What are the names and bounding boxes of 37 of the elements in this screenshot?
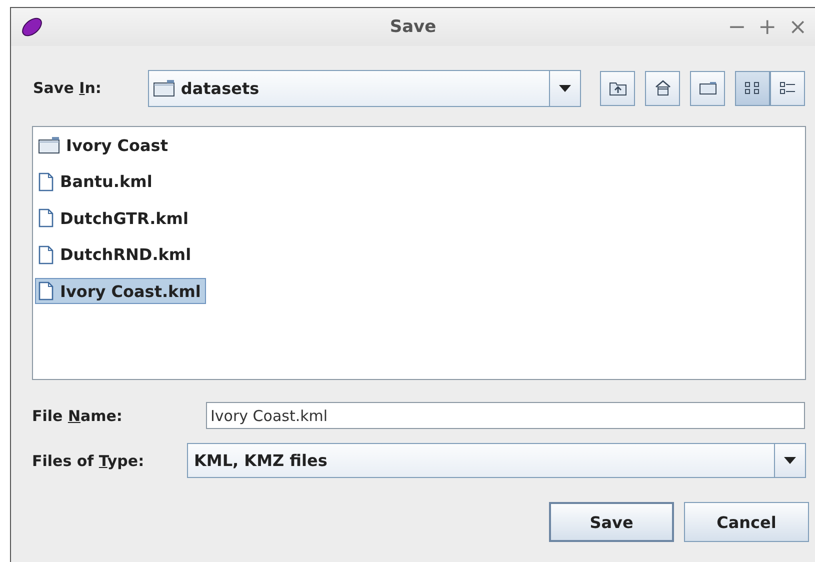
minimize-button[interactable]: − xyxy=(728,14,746,40)
folder-item[interactable]: Ivory Coast xyxy=(35,132,173,158)
maximize-button[interactable]: + xyxy=(758,14,777,40)
folder-icon xyxy=(698,80,716,96)
home-button[interactable] xyxy=(645,70,680,106)
folder-icon xyxy=(152,79,175,97)
file-icon xyxy=(38,172,54,192)
folder-icon xyxy=(38,136,60,154)
window-title: Save xyxy=(390,17,436,37)
file-item[interactable]: Bantu.kml xyxy=(35,168,158,194)
save-in-dropdown[interactable]: datasets xyxy=(148,70,581,106)
list-view-icon xyxy=(744,80,762,96)
file-icon xyxy=(38,208,54,228)
folder-up-icon xyxy=(608,80,626,96)
file-icon xyxy=(38,244,54,264)
details-view-icon xyxy=(778,80,796,96)
details-view-button[interactable] xyxy=(770,70,805,106)
caret-icon xyxy=(784,457,796,464)
file-icon xyxy=(38,281,54,301)
new-folder-button[interactable] xyxy=(690,70,725,106)
caret-icon xyxy=(559,84,571,92)
save-button[interactable]: Save xyxy=(549,502,674,542)
file-item[interactable]: Ivory Coast.kml xyxy=(35,278,206,304)
save-in-label: Save In: xyxy=(33,79,102,97)
file-item[interactable]: DutchGTR.kml xyxy=(35,205,194,231)
app-logo-icon xyxy=(21,16,43,38)
file-type-dropdown[interactable]: KML, KMZ files xyxy=(187,443,806,478)
close-button[interactable]: × xyxy=(788,14,807,40)
list-view-button[interactable] xyxy=(735,70,770,106)
file-list[interactable]: Ivory Coast Bantu.kml DutchGTR.kml DutchRND.kml Ivory Coast.kml xyxy=(32,126,806,380)
file-type-label: Files of Type: xyxy=(32,452,144,470)
cancel-button[interactable]: Cancel xyxy=(684,502,809,542)
file-name-label: File Name: xyxy=(32,406,124,424)
file-item[interactable]: DutchRND.kml xyxy=(35,242,196,268)
up-folder-button[interactable] xyxy=(600,70,635,106)
file-name-field[interactable]: Ivory Coast.kml xyxy=(206,402,805,429)
home-icon xyxy=(654,79,672,97)
